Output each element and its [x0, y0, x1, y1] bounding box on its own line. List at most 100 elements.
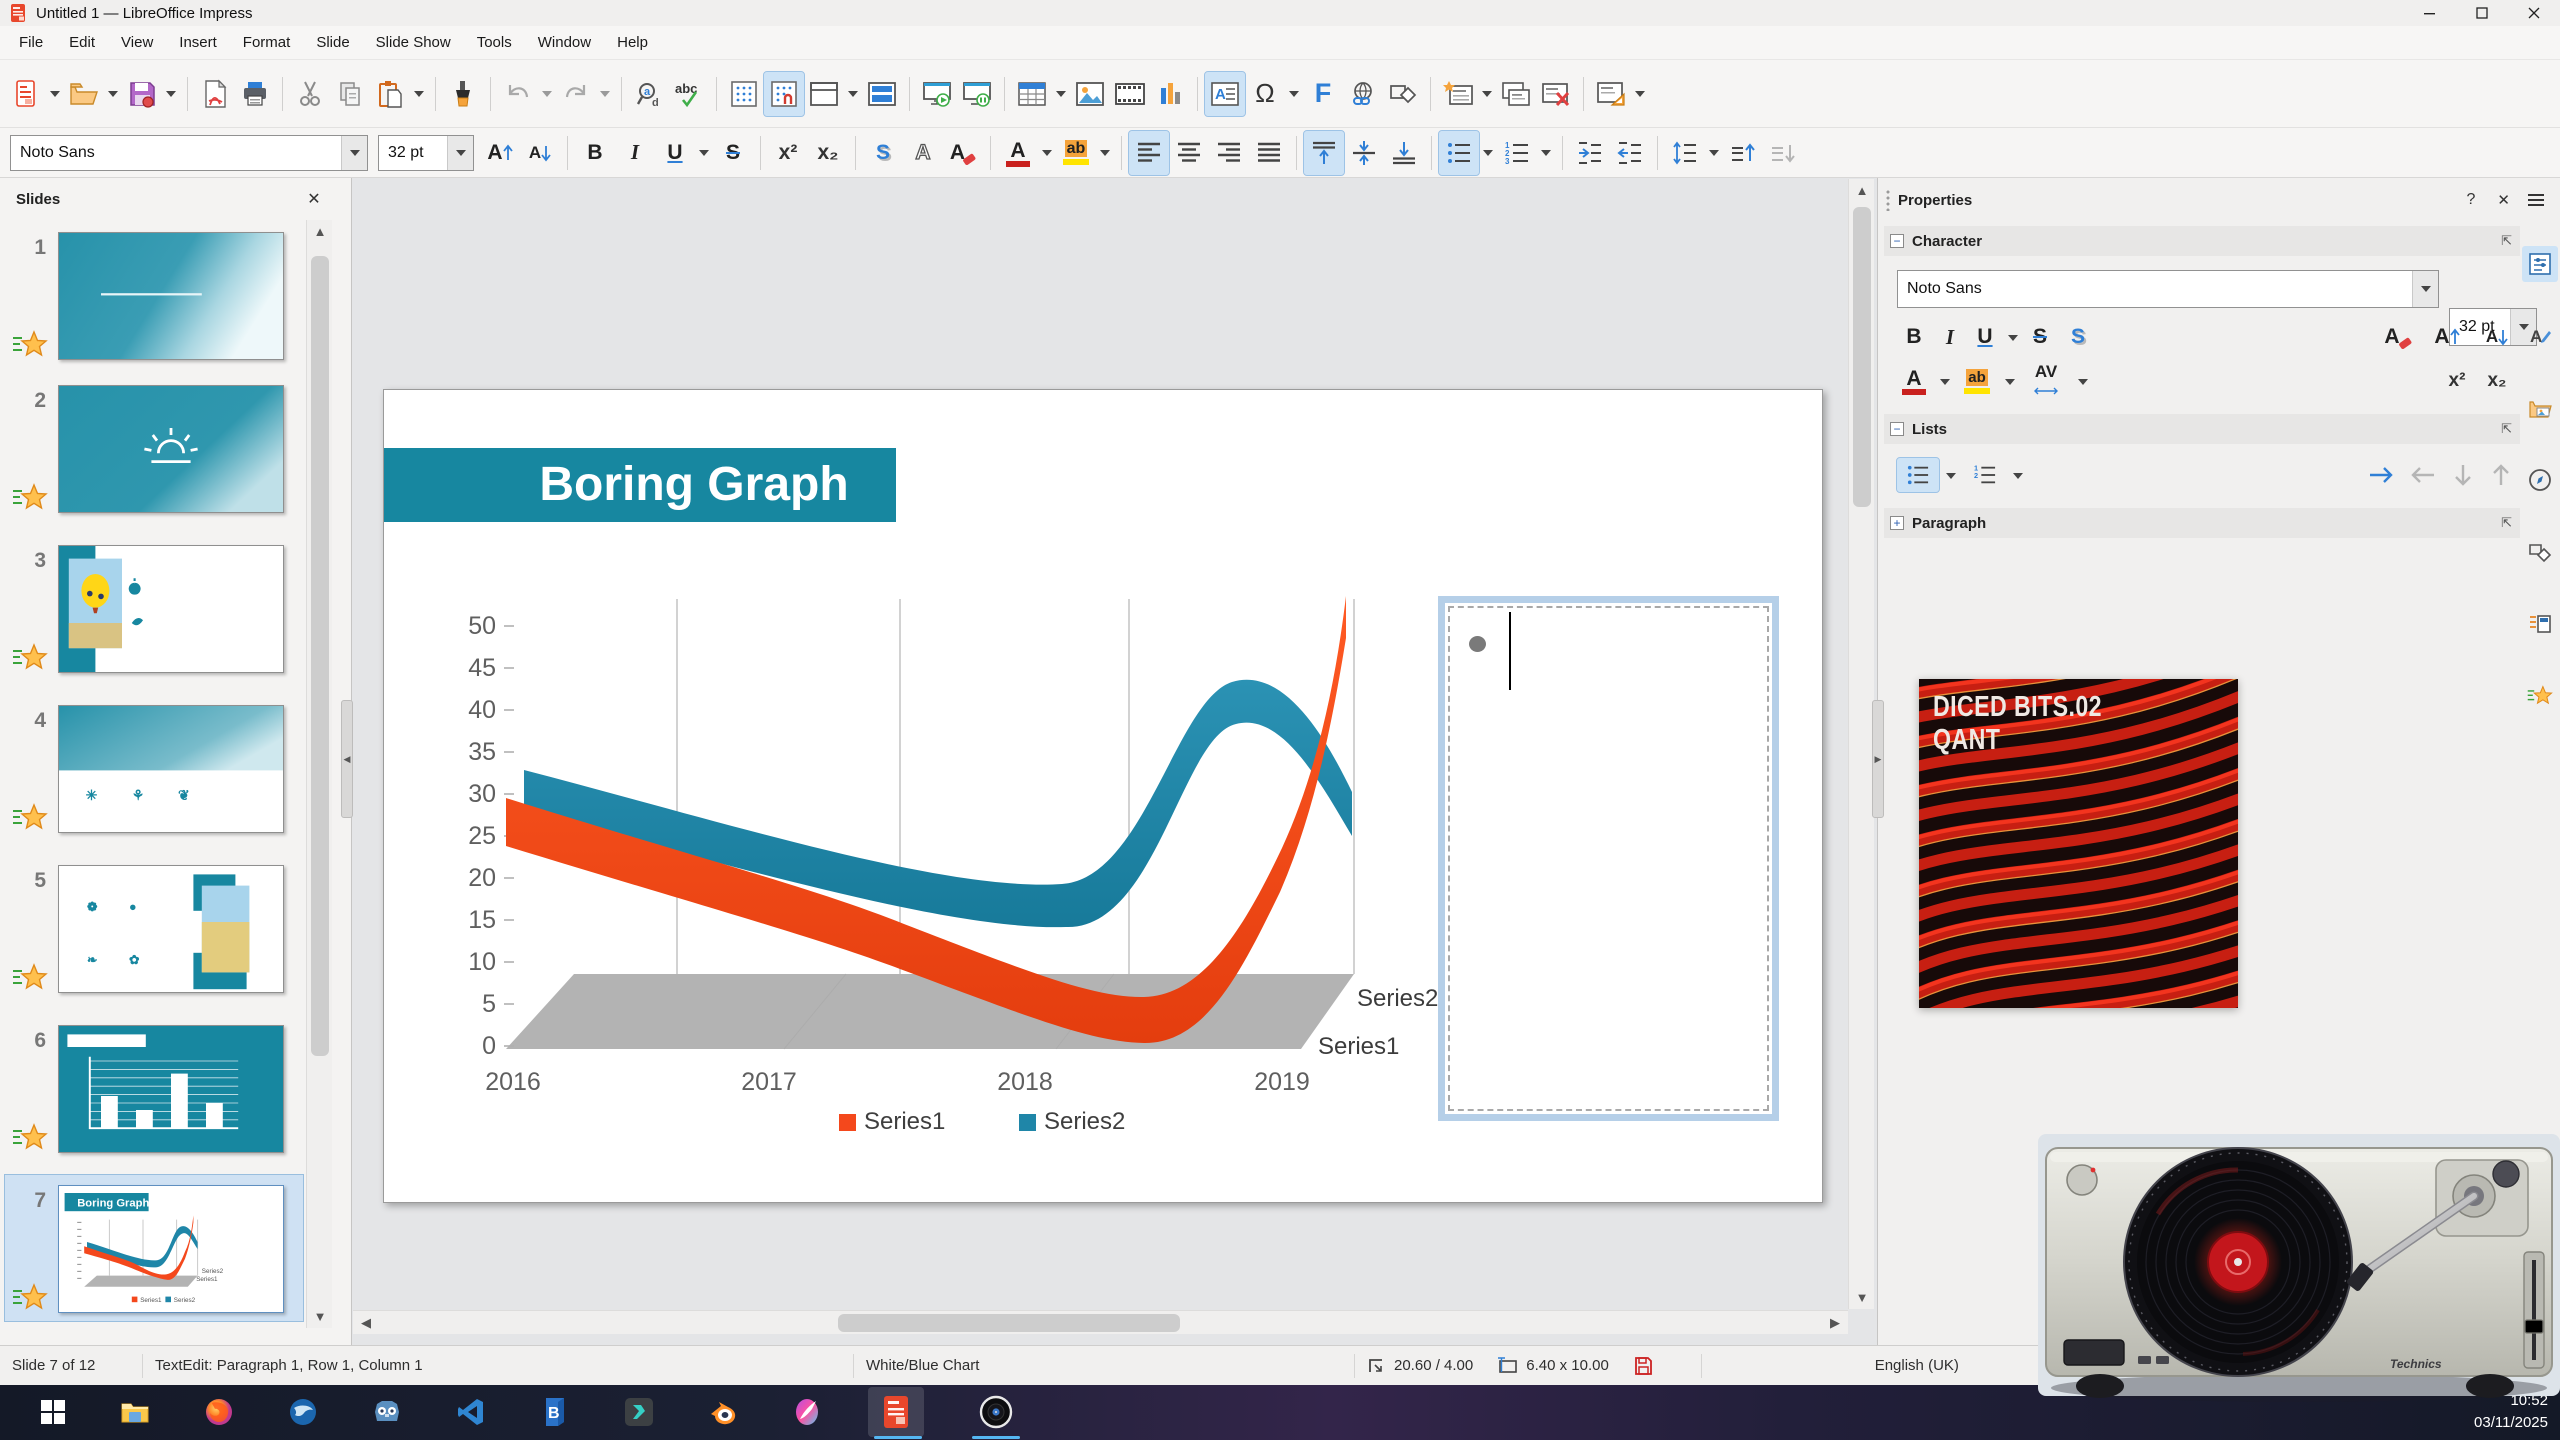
taskbar-impress-icon[interactable] — [874, 1390, 918, 1434]
align-top-button[interactable] — [1304, 131, 1344, 175]
sidebar-underline-dropdown[interactable] — [2008, 335, 2018, 341]
section-lists[interactable]: − Lists ⇱ — [1884, 414, 2520, 444]
sidebar-character-spacing-dropdown[interactable] — [2078, 379, 2088, 385]
shadow-button[interactable]: S — [863, 131, 903, 175]
export-pdf-button[interactable] — [195, 72, 235, 116]
insert-textbox-button[interactable]: A — [1205, 72, 1245, 116]
save-dropdown[interactable] — [166, 91, 176, 97]
taskbar-vscode-icon[interactable] — [449, 1390, 493, 1434]
sidebar-shrink-font-button[interactable]: A — [2476, 320, 2518, 354]
collapse-icon[interactable]: − — [1890, 422, 1904, 436]
insert-table-button[interactable] — [1012, 72, 1052, 116]
fontwork-button[interactable]: F — [1303, 72, 1343, 116]
tab-navigator[interactable] — [2522, 462, 2558, 498]
justify-button[interactable] — [1249, 131, 1289, 175]
sidebar-font-color-button[interactable]: A — [1897, 364, 1931, 398]
subscript-button[interactable]: x₂ — [808, 131, 848, 175]
ordered-list-button[interactable]: 123 — [1497, 131, 1537, 175]
scroll-left-icon[interactable]: ◀ — [357, 1315, 375, 1331]
sidebar-highlight-dropdown[interactable] — [2005, 379, 2015, 385]
special-character-button[interactable]: Ω — [1245, 72, 1285, 116]
dialog-launcher-icon[interactable]: ⇱ — [2501, 421, 2512, 437]
taskbar-file-explorer-icon[interactable] — [113, 1390, 157, 1434]
canvas-vertical-scrollbar[interactable]: ▲ ▼ — [1848, 179, 1874, 1309]
delete-slide-button[interactable] — [1536, 72, 1576, 116]
align-bottom-button[interactable] — [1384, 131, 1424, 175]
underline-button[interactable]: U — [655, 131, 695, 175]
status-template-name[interactable]: White/Blue Chart — [854, 1357, 1354, 1374]
redo-dropdown[interactable] — [600, 91, 610, 97]
tab-master-slides[interactable] — [2522, 606, 2558, 642]
scroll-up-icon[interactable]: ▲ — [1849, 183, 1875, 198]
special-character-dropdown[interactable] — [1289, 91, 1299, 97]
new-document-button[interactable] — [6, 72, 46, 116]
menu-view[interactable]: View — [108, 28, 166, 57]
align-center-button[interactable] — [1169, 131, 1209, 175]
slide-thumbnail-3[interactable] — [58, 545, 284, 673]
canvas-horizontal-scrollbar[interactable]: ◀ ▶ — [353, 1310, 1848, 1334]
font-size-dropdown[interactable] — [447, 136, 473, 170]
sidebar-bold-button[interactable]: B — [1897, 320, 1931, 354]
new-slide-dropdown[interactable] — [1482, 91, 1492, 97]
font-size-combo[interactable]: 32 pt — [378, 135, 474, 171]
taskbar-blender-icon[interactable] — [701, 1390, 745, 1434]
new-slide-button[interactable] — [1438, 72, 1478, 116]
scroll-right-icon[interactable]: ▶ — [1826, 1315, 1844, 1331]
font-name-dropdown[interactable] — [341, 136, 367, 170]
collapse-icon[interactable]: − — [1890, 234, 1904, 248]
superscript-button[interactable]: x² — [768, 131, 808, 175]
taskbar-thunderbird-icon[interactable] — [281, 1390, 325, 1434]
print-button[interactable] — [235, 72, 275, 116]
open-dropdown[interactable] — [108, 91, 118, 97]
taskbar-prusa-icon[interactable] — [617, 1390, 661, 1434]
sidebar-move-down-button[interactable] — [2446, 458, 2480, 492]
sidebar-subscript-button[interactable]: x₂ — [2480, 364, 2514, 398]
taskbar-firefox-icon[interactable] — [197, 1390, 241, 1434]
ordered-list-dropdown[interactable] — [1541, 150, 1551, 156]
menu-edit[interactable]: Edit — [56, 28, 108, 57]
slide-text-placeholder[interactable] — [1438, 596, 1779, 1121]
properties-panel-splitter[interactable]: ▶ — [1872, 700, 1884, 818]
line-spacing-dropdown[interactable] — [1709, 150, 1719, 156]
decrease-indent-button[interactable] — [1610, 131, 1650, 175]
align-left-button[interactable] — [1129, 131, 1169, 175]
strikethrough-button[interactable]: S — [713, 131, 753, 175]
basic-shapes-button[interactable] — [1383, 72, 1423, 116]
tab-shapes[interactable] — [2522, 534, 2558, 570]
clear-formatting-button[interactable]: A — [943, 131, 983, 175]
slide-thumbnail-1[interactable] — [58, 232, 284, 360]
insert-chart-button[interactable] — [1150, 72, 1190, 116]
paragraph-spacing-decrease-button[interactable] — [1763, 131, 1803, 175]
underline-dropdown[interactable] — [699, 150, 709, 156]
sidebar-superscript-button[interactable]: x² — [2440, 364, 2474, 398]
tab-character-styles[interactable]: A — [2522, 318, 2558, 354]
start-from-current-slide-button[interactable] — [957, 72, 997, 116]
sidebar-close-icon[interactable]: ✕ — [2487, 191, 2520, 209]
paste-dropdown[interactable] — [414, 91, 424, 97]
close-button[interactable] — [2508, 0, 2560, 26]
slide-thumbnail-4[interactable]: ✳⚘❦ — [58, 705, 284, 833]
menu-slide[interactable]: Slide — [303, 28, 362, 57]
slide-editing-area[interactable]: Boring Graph 50 45 40 35 30 25 20 15 — [383, 389, 1823, 1203]
increase-indent-button[interactable] — [1570, 131, 1610, 175]
shrink-font-button[interactable]: A — [520, 131, 560, 175]
hyperlink-button[interactable] — [1343, 72, 1383, 116]
expand-icon[interactable]: + — [1890, 516, 1904, 530]
find-replace-button[interactable]: ad — [629, 72, 669, 116]
tab-properties[interactable] — [2522, 246, 2558, 282]
sidebar-font-name-combo[interactable]: Noto Sans — [1897, 270, 2439, 308]
menu-format[interactable]: Format — [230, 28, 304, 57]
display-views-button[interactable] — [804, 72, 844, 116]
clone-formatting-button[interactable] — [443, 72, 483, 116]
scroll-down-icon[interactable]: ▼ — [307, 1309, 333, 1324]
save-button[interactable] — [122, 72, 162, 116]
dialog-launcher-icon[interactable]: ⇱ — [2501, 233, 2512, 249]
sidebar-underline-button[interactable]: U — [1969, 320, 2001, 354]
slide-thumbnail-2[interactable] — [58, 385, 284, 513]
start-from-first-slide-button[interactable] — [917, 72, 957, 116]
undo-button[interactable] — [498, 72, 538, 116]
unordered-list-button[interactable] — [1439, 131, 1479, 175]
menu-file[interactable]: File — [6, 28, 56, 57]
section-paragraph[interactable]: + Paragraph ⇱ — [1884, 508, 2520, 538]
taskbar-godot-icon[interactable] — [365, 1390, 409, 1434]
